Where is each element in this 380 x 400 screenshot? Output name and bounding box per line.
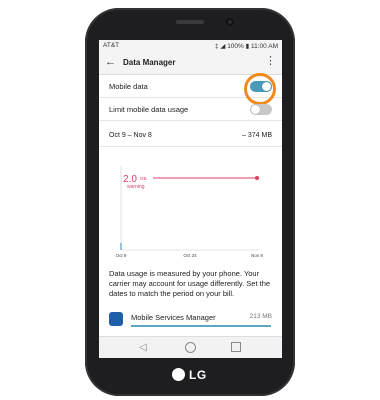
earpiece-speaker xyxy=(176,20,204,24)
nav-recents-icon[interactable] xyxy=(231,342,241,352)
toggle-knob xyxy=(251,105,260,114)
mobile-services-app-icon xyxy=(109,312,123,326)
page-title: Data Manager xyxy=(123,58,176,67)
front-camera xyxy=(226,18,234,26)
date-range: Oct 9 – Nov 8 xyxy=(109,132,152,139)
status-bar: AT&T ‡ ◢ 100% ▮ 11:00 AM xyxy=(99,40,282,52)
screen: AT&T ‡ ◢ 100% ▮ 11:00 AM ← Data Manager … xyxy=(99,40,282,358)
warning-handle[interactable] xyxy=(255,176,259,180)
app-data-size: 213 MB xyxy=(249,313,272,320)
lg-logo-icon xyxy=(172,368,185,381)
limit-usage-row[interactable]: Limit mobile data usage xyxy=(99,98,282,121)
app-toolbar: ← Data Manager ⋮ xyxy=(99,52,282,75)
overflow-menu-icon[interactable]: ⋮ xyxy=(265,55,276,67)
usage-total: – 374 MB xyxy=(242,132,272,139)
warning-unit: GB xyxy=(140,176,147,181)
usage-separator: – xyxy=(242,132,246,139)
app-usage-item[interactable]: Mobile Services Manager 213 MB xyxy=(99,309,282,333)
status-icons: ‡ ◢ 100% ▮ 11:00 AM xyxy=(214,43,278,50)
limit-usage-toggle[interactable] xyxy=(250,104,272,115)
carrier-label: AT&T xyxy=(103,42,120,49)
x-tick-label: Nov 8 xyxy=(251,253,263,258)
app-usage-bar xyxy=(131,325,271,327)
nav-back-icon[interactable]: ◁ xyxy=(139,342,147,354)
billing-period-row[interactable]: Oct 9 – Nov 8 – 374 MB xyxy=(99,126,282,147)
usage-description: Data usage is measured by your phone. Yo… xyxy=(109,269,271,298)
limit-usage-label: Limit mobile data usage xyxy=(109,105,189,114)
warning-label: warning xyxy=(127,184,145,190)
usage-value: 374 MB xyxy=(247,132,272,139)
app-name: Mobile Services Manager xyxy=(131,313,216,322)
lg-logo-text: LG xyxy=(189,368,207,382)
data-usage-chart[interactable]: 2.0 GB warning Oct 9 Oct 24 Nov 8 xyxy=(99,158,282,258)
x-tick-label: Oct 24 xyxy=(183,253,197,258)
lg-logo: LG xyxy=(172,368,220,382)
x-tick-label: Oct 9 xyxy=(116,253,127,258)
back-arrow-icon[interactable]: ← xyxy=(105,56,116,68)
navigation-bar: ◁ xyxy=(99,336,282,358)
mobile-data-label: Mobile data xyxy=(109,82,148,91)
nav-home-icon[interactable] xyxy=(185,342,196,353)
